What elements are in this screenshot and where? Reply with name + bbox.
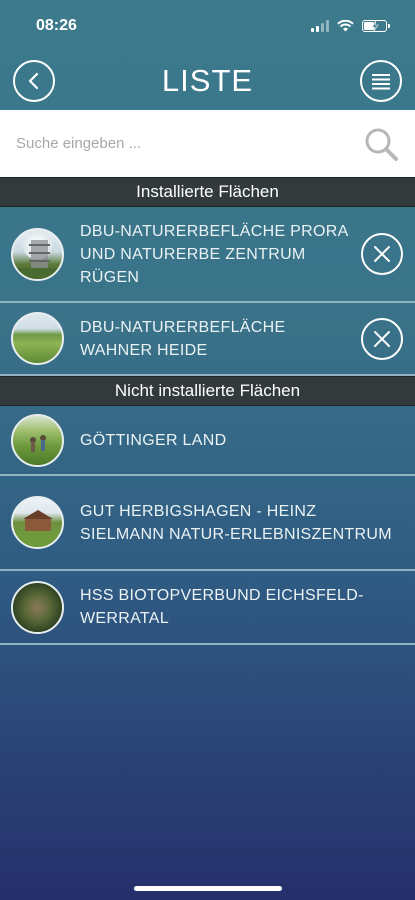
status-bar: 08:26: [0, 0, 415, 52]
back-button[interactable]: [13, 60, 55, 102]
field-photo: [11, 413, 64, 467]
list-item[interactable]: DBU-NATURERBEFLÄCHE PRORA UND NATURERBE …: [0, 207, 415, 303]
chevron-left-icon: [28, 72, 39, 90]
section-header-not-installed: Nicht installierte Flächen: [0, 376, 415, 406]
search-icon[interactable]: [363, 126, 399, 162]
list-item[interactable]: HSS BIOTOPVERBUND EICHSFELD-WERRATAL: [0, 571, 415, 645]
wifi-icon: [337, 20, 354, 32]
list-item[interactable]: GUT HERBIGSHAGEN - HEINZ SIELMANN NATUR-…: [0, 476, 415, 571]
page-title: LISTE: [161, 63, 254, 98]
list-menu-icon: [372, 74, 390, 90]
house-photo: [11, 496, 64, 549]
status-time: 08:26: [36, 17, 77, 34]
status-icons: [311, 20, 390, 32]
search-input[interactable]: [16, 135, 336, 152]
search-bar: [0, 110, 415, 177]
forest-photo: [11, 580, 64, 634]
remove-button[interactable]: [361, 233, 403, 275]
battery-charging-icon: [362, 20, 390, 32]
section-title: Nicht installierte Flächen: [114, 381, 301, 400]
section-header-installed: Installierte Flächen: [0, 177, 415, 207]
home-indicator[interactable]: [133, 886, 282, 891]
tower-photo: [11, 227, 64, 281]
list-item-label: GUT HERBIGSHAGEN - HEINZ SIELMANN NATUR-…: [80, 502, 392, 543]
header: LISTE: [0, 52, 415, 110]
meadow-photo: [11, 312, 64, 365]
close-icon: [374, 330, 390, 347]
menu-button[interactable]: [360, 60, 402, 102]
list-item[interactable]: DBU-NATURERBEFLÄCHE WAHNER HEIDE: [0, 303, 415, 376]
list-item-label: GÖTTINGER LAND: [80, 431, 227, 449]
close-icon: [374, 246, 390, 262]
section-title: Installierte Flächen: [136, 182, 279, 201]
signal-icon: [311, 20, 329, 32]
list-item-label: HSS BIOTOPVERBUND EICHSFELD-WERRATAL: [80, 587, 364, 627]
list-item-label: DBU-NATURERBEFLÄCHE PRORA UND NATURERBE …: [80, 222, 348, 286]
remove-button[interactable]: [361, 317, 403, 360]
list-item-label: DBU-NATURERBEFLÄCHE WAHNER HEIDE: [80, 318, 286, 359]
list-item[interactable]: GÖTTINGER LAND: [0, 406, 415, 476]
